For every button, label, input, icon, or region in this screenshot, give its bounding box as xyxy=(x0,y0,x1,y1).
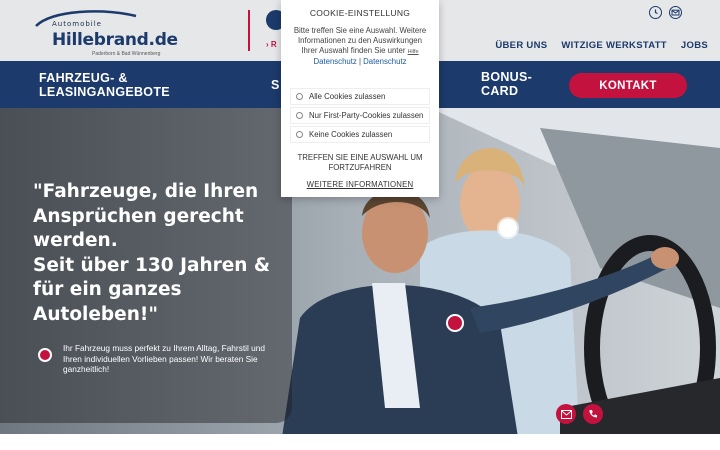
kontakt-button[interactable]: KONTAKT xyxy=(569,73,687,98)
nav-ueber-uns[interactable]: ÜBER UNS xyxy=(495,40,547,51)
logo-small-text: Automobile xyxy=(52,20,102,28)
cookie-more-info-link[interactable]: WEITERE INFORMATIONEN xyxy=(281,180,439,189)
radio-button[interactable] xyxy=(296,131,303,138)
cookie-title: COOKIE-EINSTELLUNG xyxy=(309,8,411,18)
cookie-consent-dialog: COOKIE-EINSTELLUNG Bitte treffen Sie ein… xyxy=(281,0,439,197)
clock-icon[interactable] xyxy=(649,6,662,19)
cookie-option-first-party[interactable]: Nur First-Party-Cookies zulassen xyxy=(290,107,430,124)
nav-bonus-card[interactable]: BONUS-CARD xyxy=(481,70,551,98)
radio-button[interactable] xyxy=(296,112,303,119)
cookie-note: TREFFEN SIE EINE AUSWAHL UM FORTZUFAHREN xyxy=(297,153,423,172)
hotspot-marker[interactable] xyxy=(499,219,517,237)
hotspot-marker[interactable] xyxy=(446,314,464,332)
second-brand-text: › R xyxy=(266,40,277,49)
nav-witzige-werkstatt[interactable]: WITZIGE WERKSTATT xyxy=(561,40,667,51)
cookie-help-link[interactable]: Hilfe xyxy=(408,49,419,55)
cookie-option-label: Nur First-Party-Cookies zulassen xyxy=(309,111,424,120)
mail-icon[interactable] xyxy=(669,6,682,19)
cookie-option-label: Keine Cookies zulassen xyxy=(309,130,393,139)
page-bottom-strip xyxy=(0,434,720,450)
top-navigation: ÜBER UNS WITZIGE WERKSTATT JOBS xyxy=(495,40,708,51)
cookie-option-none[interactable]: Keine Cookies zulassen xyxy=(290,126,430,143)
hillebrand-logo[interactable]: Automobile Hillebrand.de Paderborn & Bad… xyxy=(32,8,192,57)
nav-item-partial[interactable]: S xyxy=(271,78,280,92)
hero-bullet-dot xyxy=(38,348,52,362)
cookie-privacy-link[interactable]: Datenschutz xyxy=(313,57,356,66)
logo-brand-text: Hillebrand.de xyxy=(52,30,178,50)
cookie-desc-text: Bitte treffen Sie eine Auswahl. Weitere … xyxy=(293,26,427,55)
header-divider xyxy=(248,10,250,51)
phone-icon[interactable] xyxy=(583,404,603,424)
nav-jobs[interactable]: JOBS xyxy=(681,40,708,51)
mail-icon[interactable] xyxy=(556,404,576,424)
logo-subtitle: Paderborn & Bad Wünnenberg xyxy=(92,51,161,57)
nav-fahrzeugangebote[interactable]: FAHRZEUG- & LEASINGANGEBOTE xyxy=(39,71,199,99)
hero-headline: "Fahrzeuge, die Ihren Ansprüchen gerecht… xyxy=(33,181,271,325)
hero-description: Ihr Fahrzeug muss perfekt zu Ihrem Allta… xyxy=(63,343,265,374)
cookie-description: Bitte treffen Sie eine Auswahl. Weitere … xyxy=(289,26,431,67)
cookie-option-all[interactable]: Alle Cookies zulassen xyxy=(290,88,430,105)
radio-button[interactable] xyxy=(296,93,303,100)
cookie-privacy-link-2[interactable]: Datenschutz xyxy=(363,57,406,66)
cookie-option-label: Alle Cookies zulassen xyxy=(309,92,386,101)
